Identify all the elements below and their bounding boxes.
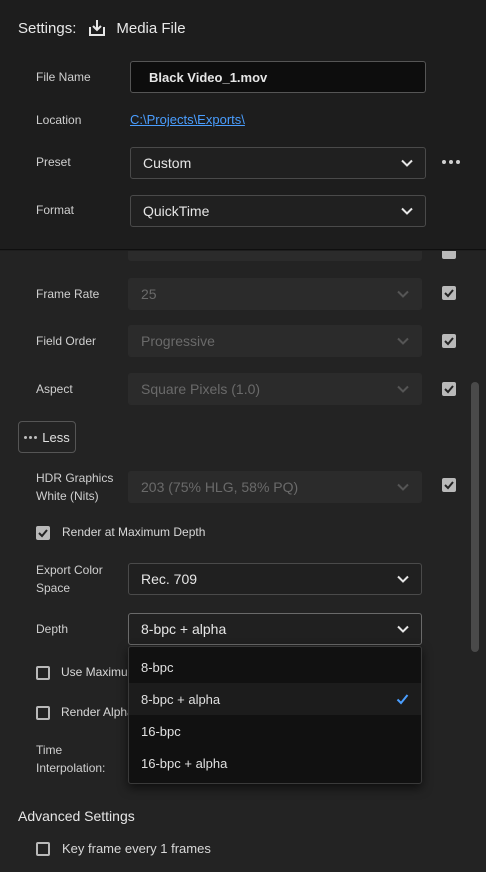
keyframe-checkbox[interactable] (36, 842, 50, 856)
depth-option-8bpc[interactable]: 8-bpc (129, 651, 421, 683)
chevron-down-icon (397, 337, 409, 345)
export-color-space-label-2: Space (36, 581, 71, 595)
chevron-down-icon (401, 207, 413, 215)
preset-select[interactable]: Custom (130, 147, 426, 179)
use-maximum-label: Use Maximum (61, 665, 138, 679)
chevron-down-icon (397, 385, 409, 393)
less-label: Less (42, 429, 70, 445)
format-value: QuickTime (143, 203, 210, 219)
frame-rate-label: Frame Rate (36, 287, 100, 301)
depth-option-16bpc[interactable]: 16-bpc (129, 715, 421, 747)
time-interpolation-label-1: Time (36, 743, 63, 757)
depth-label: Depth (36, 622, 69, 636)
more-dots-icon (24, 435, 38, 439)
chevron-down-icon (397, 575, 409, 583)
use-maximum-checkbox[interactable] (36, 666, 50, 680)
preset-label: Preset (36, 155, 71, 169)
chevron-down-icon (397, 290, 409, 298)
destination-label: Media File (116, 19, 186, 37)
depth-option-label: 16-bpc (141, 723, 181, 739)
format-label: Format (36, 203, 75, 217)
chevron-down-icon (397, 625, 409, 633)
scrollbar-thumb[interactable] (471, 382, 479, 652)
field-order-select[interactable]: Progressive (128, 325, 422, 357)
format-select[interactable]: QuickTime (130, 195, 426, 227)
partial-row (128, 251, 422, 261)
file-name-label: File Name (36, 70, 91, 84)
depth-option-label: 16-bpc + alpha (141, 755, 228, 771)
depth-option-8bpc-alpha[interactable]: 8-bpc + alpha (129, 683, 421, 715)
depth-option-label: 8-bpc + alpha (141, 691, 221, 707)
export-color-space-select[interactable]: Rec. 709 (128, 563, 422, 595)
frame-rate-select[interactable]: 25 (128, 278, 422, 310)
advanced-settings-title: Advanced Settings (18, 808, 135, 824)
render-max-depth-label: Render at Maximum Depth (62, 525, 206, 539)
aspect-checkbox[interactable] (442, 382, 456, 396)
field-order-checkbox[interactable] (442, 334, 456, 348)
depth-dropdown-menu: 8-bpc 8-bpc + alpha 16-bpc 16-bpc + alph… (128, 646, 422, 784)
depth-option-label: 8-bpc (141, 659, 174, 675)
aspect-select[interactable]: Square Pixels (1.0) (128, 373, 422, 405)
keyframe-label: Key frame every 1 frames (62, 841, 211, 856)
checkmark-icon (396, 694, 409, 705)
location-link[interactable]: C:\Projects\Exports\ (130, 112, 245, 127)
settings-title: Settings: (18, 19, 77, 37)
file-name-value: Black Video_1.mov (149, 69, 268, 85)
preset-value: Custom (143, 155, 192, 171)
depth-select[interactable]: 8-bpc + alpha (128, 613, 422, 645)
depth-value: 8-bpc + alpha (141, 621, 227, 637)
time-interpolation-label-2: Interpolation: (36, 761, 106, 775)
field-order-label: Field Order (36, 334, 97, 348)
frame-rate-value: 25 (141, 286, 157, 302)
less-button[interactable]: Less (18, 421, 76, 453)
frame-rate-checkbox[interactable] (442, 286, 456, 300)
chevron-down-icon (401, 159, 413, 167)
settings-header: Settings: Media File (18, 17, 186, 39)
location-label: Location (36, 113, 82, 127)
settings-header-panel: Settings: Media File File Name Black Vid… (0, 0, 486, 250)
hdr-white-value: 203 (75% HLG, 58% PQ) (141, 479, 299, 495)
render-alpha-label: Render Alpha (61, 705, 134, 719)
export-color-space-value: Rec. 709 (141, 571, 198, 587)
aspect-value: Square Pixels (1.0) (141, 381, 261, 397)
field-order-value: Progressive (141, 333, 215, 349)
export-icon (88, 19, 106, 37)
depth-option-16bpc-alpha[interactable]: 16-bpc + alpha (129, 747, 421, 779)
hdr-white-label-1: HDR Graphics (36, 471, 114, 485)
export-color-space-label-1: Export Color (36, 563, 103, 577)
preset-more-icon[interactable] (442, 160, 460, 164)
hdr-white-select[interactable]: 203 (75% HLG, 58% PQ) (128, 471, 422, 503)
aspect-label: Aspect (36, 382, 73, 396)
chevron-down-icon (397, 483, 409, 491)
hdr-white-checkbox[interactable] (442, 478, 456, 492)
render-alpha-checkbox[interactable] (36, 706, 50, 720)
render-max-depth-checkbox[interactable] (36, 526, 50, 540)
partial-row-checkbox[interactable] (442, 251, 456, 259)
file-name-input[interactable]: Black Video_1.mov (130, 61, 426, 93)
hdr-white-label-2: White (Nits) (36, 489, 99, 503)
